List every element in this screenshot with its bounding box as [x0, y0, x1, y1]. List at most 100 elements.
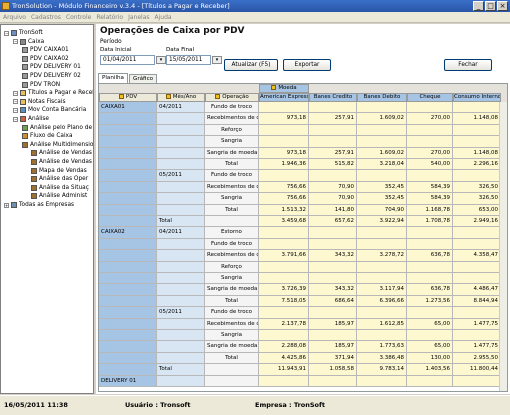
value-cell: 3.278,72	[357, 250, 407, 262]
table-row[interactable]: Total 1.513,32 141,80 704,90 1.168,78 653,00	[99, 204, 507, 216]
tree-item[interactable]: + Todas as Empresas	[4, 201, 74, 209]
month-cell	[157, 318, 205, 330]
column-header[interactable]: Cheque	[407, 93, 453, 102]
table-row[interactable]: Sangria de moeda nã3.726,39343,323.117,9…	[99, 284, 507, 296]
table-row[interactable]: Sangria	[99, 136, 507, 148]
table-row[interactable]: Total 1.946,36 515,82 3.218,04 540,00 2.296,1…	[99, 159, 507, 171]
table-row[interactable]: Sangria de moeda nã973,18257,911.609,022…	[99, 147, 507, 159]
table-row[interactable]: 05/2011 Fundo de troco	[99, 307, 507, 319]
value-cell	[407, 136, 453, 148]
menu-item[interactable]: Controle	[66, 12, 91, 22]
tab-grafico[interactable]: Gráfico	[128, 74, 158, 83]
tree-item[interactable]: Análise Administ	[31, 192, 87, 200]
table-row[interactable]: Fundo de troco	[99, 238, 507, 251]
menu-item[interactable]: Relatório	[96, 12, 123, 22]
tree-item[interactable]: − Títulos a Pagar e Receber	[13, 89, 93, 97]
filter-icon[interactable]	[118, 94, 124, 99]
table-row[interactable]: Recebimentos de con973,18257,911.609,022…	[99, 113, 507, 125]
tree-item[interactable]: PDV DELIVERY 02	[22, 72, 81, 80]
table-row[interactable]: Sangria 756,66 70,90 352,45 584,39 326,50	[99, 193, 507, 205]
export-button[interactable]: Exportar	[283, 59, 331, 71]
table-row[interactable]: Sangria	[99, 330, 507, 342]
table-row[interactable]: Reforço	[99, 124, 507, 137]
value-cell	[309, 261, 357, 273]
table-row[interactable]: Recebimentos de con756,6670,90352,45584,…	[99, 181, 507, 194]
filter-icon[interactable]	[215, 94, 221, 99]
menu-item[interactable]: Janelas	[128, 12, 149, 22]
filter-icon[interactable]	[165, 94, 171, 99]
column-header[interactable]: American Express	[259, 93, 309, 102]
row-header-mes[interactable]: Mês/Ano	[157, 93, 205, 102]
group-header-moeda[interactable]: Moeda	[259, 84, 309, 93]
value-cell: 130,00	[407, 352, 453, 365]
minimize-button[interactable]: _	[473, 1, 484, 11]
update-button[interactable]: Atualizar (F5)	[224, 59, 278, 71]
table-row[interactable]: 05/2011 Fundo de troco	[99, 170, 507, 182]
tree-item[interactable]: Análise de Vendas	[31, 158, 92, 166]
tree-item[interactable]: PDV DELIVERY 01	[22, 63, 81, 71]
calendar-dropdown-icon[interactable]: ▾	[212, 56, 222, 64]
close-form-button[interactable]: Fechar	[444, 59, 492, 71]
table-row[interactable]: Total 7.518,05 686,64 6.396,66 1.273,56 8.844…	[99, 295, 507, 308]
filter-icon[interactable]	[271, 85, 277, 90]
tree-item[interactable]: PDV TRON	[22, 81, 60, 89]
tree-item[interactable]: − Notas Fiscais	[13, 98, 65, 106]
navigation-tree[interactable]: − TronSoft − Caixa PDV CAIXA01 PDV CAIXA02 PDV…	[0, 24, 94, 394]
pivot-grid[interactable]: Moeda PDV Mês/Ano Operação American Expr…	[98, 83, 508, 392]
register-icon	[22, 55, 28, 62]
close-button[interactable]: ×	[497, 1, 508, 11]
expand-toggle-icon[interactable]: −	[4, 30, 9, 36]
tree-item[interactable]: Fluxo de Caixa	[22, 132, 73, 140]
tree-item[interactable]: − TronSoft	[4, 29, 43, 37]
maximize-button[interactable]: □	[485, 1, 496, 11]
tree-item[interactable]: PDV CAIXA02	[22, 55, 69, 63]
tree-item[interactable]: Mapa de Vendas	[31, 167, 87, 175]
value-cell	[453, 375, 501, 387]
column-header[interactable]: Consumo Interno	[453, 93, 501, 102]
tab-planilha[interactable]: Planilha	[98, 73, 128, 83]
end-date-input[interactable]: 15/05/2011 ▾	[166, 55, 222, 65]
value-cell	[453, 330, 501, 342]
tree-item[interactable]: Análise de Vendas	[31, 149, 92, 157]
tree-item[interactable]: PDV CAIXA01	[22, 46, 69, 54]
table-row[interactable]: Total 3.459,68 657,62 3.922,94 1.708,78 2.949…	[99, 216, 507, 228]
start-date-input[interactable]: 01/04/2011 ▾	[100, 55, 166, 65]
table-row[interactable]: CAIXA01 04/2011 Fundo de troco	[99, 102, 507, 114]
row-header-pdv[interactable]: PDV	[99, 93, 157, 102]
flow-icon	[22, 133, 28, 140]
table-row[interactable]: DELIVERY 01	[99, 375, 507, 387]
table-row[interactable]: Recebimentos de con3.791,66343,323.278,7…	[99, 250, 507, 262]
column-header[interactable]: Banes Debito	[357, 93, 407, 102]
column-header[interactable]: Banes Credito	[309, 93, 357, 102]
expand-toggle-icon[interactable]: −	[13, 90, 18, 96]
table-row[interactable]: Reforço	[99, 261, 507, 273]
expand-toggle-icon[interactable]: +	[4, 202, 9, 208]
document-icon	[20, 90, 26, 97]
expand-toggle-icon[interactable]: −	[13, 39, 18, 45]
tree-item[interactable]: − Caixa	[13, 38, 44, 46]
vertical-scrollbar[interactable]	[499, 102, 507, 391]
tree-item[interactable]: − Mov Conta Bancária	[13, 106, 86, 114]
expand-toggle-icon[interactable]: −	[13, 107, 18, 113]
value-cell: 1.773,63	[357, 341, 407, 353]
calendar-dropdown-icon[interactable]: ▾	[156, 56, 166, 64]
table-row[interactable]: Total 11.943,91 1.058,58 9.783,14 1.403,56 11…	[99, 364, 507, 376]
table-row[interactable]: CAIXA02 04/2011 Estorno	[99, 227, 507, 239]
row-header-operacao[interactable]: Operação	[205, 93, 259, 102]
menu-item[interactable]: Cadastros	[31, 12, 61, 22]
tree-item[interactable]: − Análise	[13, 115, 49, 123]
table-row[interactable]: Recebimentos de con2.137,78185,971.612,8…	[99, 318, 507, 330]
tree-item[interactable]: Análise Multidimensio	[22, 141, 93, 149]
expand-toggle-icon[interactable]: −	[13, 99, 18, 105]
tree-item[interactable]: Análise pelo Plano de	[22, 124, 92, 132]
menu-item[interactable]: Arquivo	[3, 12, 26, 22]
month-cell: 04/2011	[157, 102, 205, 114]
table-row[interactable]: Total 4.425,86 371,94 3.386,48 130,00 2.955,5…	[99, 352, 507, 365]
table-row[interactable]: Sangria de moeda nã2.288,08185,971.773,6…	[99, 341, 507, 353]
table-row[interactable]: Sangria	[99, 273, 507, 285]
tree-item[interactable]: Análise da Situaç	[31, 184, 89, 192]
menu-item[interactable]: Ajuda	[155, 12, 172, 22]
tree-item[interactable]: Análise das Oper	[31, 175, 88, 183]
pdv-cell: CAIXA01	[99, 102, 157, 114]
expand-toggle-icon[interactable]: −	[13, 116, 18, 122]
